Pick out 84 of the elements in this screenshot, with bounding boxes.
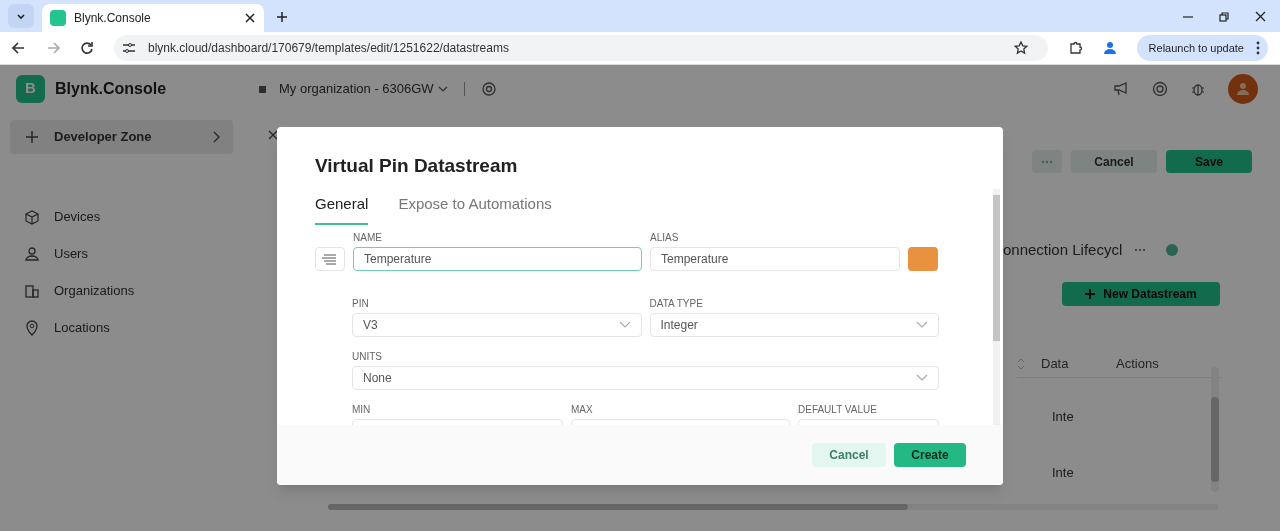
- more-icon: [1041, 159, 1053, 164]
- section-title: onnection Lifecycl: [1003, 240, 1123, 260]
- field-label: DEFAULT VALUE: [798, 403, 878, 415]
- logo-icon: B: [16, 74, 45, 103]
- sidebar-label: Organizations: [54, 281, 136, 300]
- create-button[interactable]: Create: [894, 443, 966, 467]
- site-settings-icon: [122, 42, 136, 54]
- organization-dropdown[interactable]: My organization - 6306GW: [279, 78, 448, 99]
- megaphone-icon: [1114, 80, 1130, 97]
- column-header: Data: [1041, 354, 1070, 373]
- sort-icon: [1017, 357, 1025, 370]
- sidebar-label: Devices: [54, 207, 102, 226]
- new-datastream-button[interactable]: New Datastream: [1062, 282, 1220, 306]
- lifebuoy-icon: [1152, 80, 1168, 97]
- address-bar[interactable]: blynk.cloud/dashboard/170679/templates/edit/1251622/datastreams: [114, 35, 1048, 61]
- chevron-down-icon: [916, 321, 928, 329]
- chevron-down-icon: [618, 321, 631, 329]
- chevron-down-icon: [16, 11, 26, 21]
- cube-icon: [24, 208, 40, 225]
- profile-icon: [1102, 41, 1117, 55]
- extensions-icon: [1067, 40, 1083, 56]
- color-swatch[interactable]: [908, 247, 938, 271]
- favicon-icon: [50, 10, 66, 26]
- sidebar-item[interactable]: Developer Zone: [10, 120, 233, 154]
- chevron-right-icon: [212, 131, 221, 143]
- new-tab-icon: [276, 11, 288, 23]
- scrollbar[interactable]: [328, 504, 1218, 510]
- chevron-down-icon: [916, 374, 928, 382]
- tab[interactable]: General: [315, 193, 369, 225]
- chevron-down-icon: [437, 85, 448, 92]
- field-label: PIN: [352, 297, 370, 309]
- reload-icon: [80, 41, 94, 55]
- dropdown-field[interactable]: None: [352, 366, 939, 390]
- more-icon: [1134, 248, 1147, 253]
- sidebar-item[interactable]: Locations: [10, 309, 233, 346]
- sidebar-item[interactable]: Devices: [10, 198, 233, 235]
- settings-icon: [480, 80, 497, 97]
- users-icon: [24, 245, 40, 262]
- column-header: Actions: [1116, 354, 1159, 373]
- field-label: ALIAS: [650, 231, 680, 243]
- sidebar-label: Users: [54, 244, 89, 263]
- tab-title: Blynk.Console: [74, 10, 152, 27]
- cancel-button[interactable]: Cancel: [1071, 150, 1157, 173]
- scrollbar[interactable]: [1211, 367, 1219, 492]
- back-icon: [12, 41, 26, 55]
- browser-tab[interactable]: Blynk.Console: [42, 4, 264, 32]
- text-field[interactable]: Temperature: [353, 247, 642, 271]
- sidebar-label: Locations: [54, 318, 111, 337]
- tab-list-button[interactable]: [8, 4, 34, 28]
- plus-icon: [1085, 289, 1096, 299]
- field-label: MIN: [352, 403, 372, 415]
- more-icon: [1256, 41, 1260, 55]
- location-pin-icon: [24, 319, 40, 336]
- person-icon: [1236, 81, 1250, 96]
- close-icon: [244, 12, 256, 24]
- table-cell-text: Inte: [1052, 464, 1074, 482]
- field-label: UNITS: [352, 350, 383, 362]
- star-icon: [1013, 41, 1028, 55]
- field-label: NAME: [353, 231, 383, 243]
- dropdown-field[interactable]: Integer: [649, 313, 939, 337]
- restore-icon: [1219, 11, 1229, 22]
- user-avatar[interactable]: [1228, 73, 1258, 104]
- sidebar-item[interactable]: Users: [10, 235, 233, 272]
- lines-icon: [322, 252, 338, 266]
- sidebar-label: Developer Zone: [54, 128, 153, 147]
- brand-name: Blynk.Console: [55, 78, 168, 99]
- close-icon: [268, 130, 278, 140]
- cancel-button[interactable]: Cancel: [812, 443, 886, 467]
- sidebar-item[interactable]: Organizations: [10, 272, 233, 309]
- save-button[interactable]: Save: [1166, 150, 1252, 173]
- dialog-title: Virtual Pin Datastream: [315, 154, 518, 178]
- url-text: blynk.cloud/dashboard/170679/templates/edit/1251622/datastreams: [148, 40, 510, 57]
- table-cell-text: Inte: [1052, 408, 1074, 426]
- tab[interactable]: Expose to Automations: [398, 193, 552, 225]
- more-button[interactable]: [1032, 150, 1062, 173]
- close-icon: [1255, 11, 1266, 22]
- field-label: DATA TYPE: [649, 297, 704, 309]
- drag-handle[interactable]: [315, 247, 345, 271]
- text-field[interactable]: Temperature: [650, 247, 900, 271]
- field-label: MAX: [571, 403, 594, 415]
- forward-icon: [46, 41, 60, 55]
- scrollbar[interactable]: [993, 189, 1000, 425]
- relaunch-button[interactable]: Relaunch to update: [1136, 35, 1268, 61]
- dropdown-field[interactable]: V3: [352, 313, 642, 337]
